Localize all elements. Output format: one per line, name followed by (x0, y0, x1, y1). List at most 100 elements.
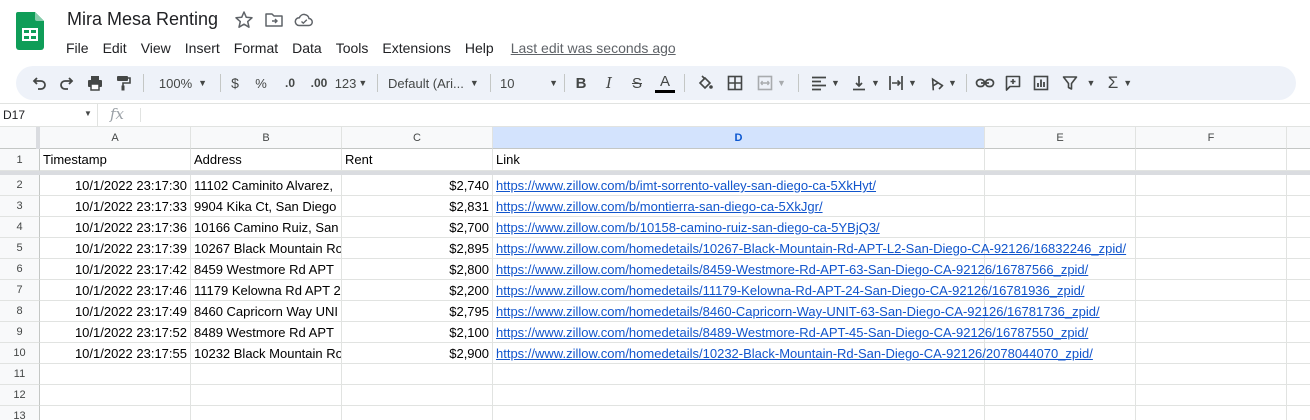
redo-button[interactable] (56, 71, 78, 95)
empty-cell[interactable] (1287, 196, 1310, 217)
rent-cell[interactable]: $2,740 (342, 175, 493, 196)
rent-cell[interactable]: $2,200 (342, 280, 493, 301)
link-cell[interactable]: https://www.zillow.com/b/montierra-san-d… (493, 196, 985, 217)
empty-cell[interactable] (1136, 149, 1287, 171)
empty-cell[interactable] (985, 364, 1136, 385)
cloud-saved-icon[interactable] (294, 10, 314, 30)
row-header-7[interactable]: 7 (0, 280, 40, 301)
timestamp-cell[interactable]: 10/1/2022 23:17:52 (40, 322, 191, 343)
filter-button[interactable]: ▼ (1058, 71, 1098, 95)
move-folder-icon[interactable] (264, 10, 284, 30)
borders-button[interactable] (724, 71, 746, 95)
vertical-align-button[interactable]: ▼ (848, 71, 882, 95)
empty-cell[interactable] (1287, 238, 1310, 259)
select-all-corner[interactable] (0, 127, 40, 149)
empty-cell[interactable] (1136, 385, 1287, 406)
empty-cell[interactable] (985, 280, 1136, 301)
empty-cell[interactable] (1136, 196, 1287, 217)
column-header-d[interactable]: D (493, 127, 985, 149)
print-button[interactable] (84, 71, 106, 95)
empty-cell[interactable] (40, 364, 191, 385)
link-cell[interactable]: https://www.zillow.com/b/imt-sorrento-va… (493, 175, 985, 196)
empty-cell[interactable] (1136, 238, 1287, 259)
menu-edit[interactable]: Edit (96, 38, 134, 58)
empty-cell[interactable] (493, 385, 985, 406)
rent-cell[interactable]: $2,831 (342, 196, 493, 217)
menu-view[interactable]: View (134, 38, 178, 58)
row-header-8[interactable]: 8 (0, 301, 40, 322)
row-header-9[interactable]: 9 (0, 322, 40, 343)
rent-cell[interactable]: $2,795 (342, 301, 493, 322)
paint-format-button[interactable] (112, 71, 134, 95)
link-cell[interactable]: https://www.zillow.com/homedetails/10232… (493, 343, 1093, 364)
row-header-3[interactable]: 3 (0, 196, 40, 217)
fill-color-button[interactable] (694, 71, 716, 95)
decrease-decimal-button[interactable]: .0 (278, 71, 302, 95)
sheets-logo-icon[interactable] (16, 12, 44, 50)
empty-cell[interactable] (985, 301, 1136, 322)
row-header-12[interactable]: 12 (0, 385, 40, 406)
empty-cell[interactable] (493, 406, 985, 420)
timestamp-cell[interactable]: 10/1/2022 23:17:49 (40, 301, 191, 322)
empty-cell[interactable] (1136, 406, 1287, 420)
undo-button[interactable] (28, 71, 50, 95)
horizontal-align-button[interactable]: ▼ (808, 71, 842, 95)
menu-format[interactable]: Format (227, 38, 285, 58)
header-cell-timestamp[interactable]: Timestamp (40, 149, 191, 171)
link-cell[interactable]: https://www.zillow.com/homedetails/8489-… (493, 322, 1088, 343)
empty-cell[interactable] (1287, 322, 1310, 343)
empty-cell[interactable] (985, 406, 1136, 420)
link-cell[interactable]: https://www.zillow.com/b/10158-camino-ru… (493, 217, 985, 238)
link-cell[interactable]: https://www.zillow.com/homedetails/11179… (493, 280, 1084, 301)
text-color-button[interactable]: A (654, 71, 676, 95)
number-format-select[interactable]: 123 ▼ (334, 71, 368, 95)
empty-cell[interactable] (1287, 406, 1310, 420)
empty-cell[interactable] (342, 406, 493, 420)
timestamp-cell[interactable]: 10/1/2022 23:17:46 (40, 280, 191, 301)
menu-tools[interactable]: Tools (329, 38, 376, 58)
empty-cell[interactable] (40, 385, 191, 406)
empty-cell[interactable] (1287, 343, 1310, 364)
empty-cell[interactable] (191, 406, 342, 420)
text-wrapping-button[interactable]: ▼ (884, 71, 920, 95)
header-cell-link[interactable]: Link (493, 149, 985, 171)
insert-comment-button[interactable] (1002, 71, 1024, 95)
address-cell[interactable]: 8459 Westmore Rd APT (191, 259, 342, 280)
menu-file[interactable]: File (59, 38, 96, 58)
functions-button[interactable]: Σ ▼ (1102, 71, 1138, 95)
insert-chart-button[interactable] (1030, 71, 1052, 95)
empty-cell[interactable] (1287, 301, 1310, 322)
empty-cell[interactable] (1136, 364, 1287, 385)
empty-cell[interactable] (1136, 322, 1287, 343)
last-edit-link[interactable]: Last edit was seconds ago (511, 40, 676, 56)
header-cell-rent[interactable]: Rent (342, 149, 493, 171)
empty-cell[interactable] (1136, 175, 1287, 196)
empty-cell[interactable] (985, 238, 1136, 259)
row-header-1[interactable]: 1 (0, 149, 40, 171)
address-cell[interactable]: 9904 Kika Ct, San Diego (191, 196, 342, 217)
chevron-down-icon[interactable]: ▼ (84, 109, 92, 118)
currency-format-button[interactable]: $ (226, 71, 244, 95)
empty-cell[interactable] (1136, 217, 1287, 238)
percent-format-button[interactable]: % (252, 71, 270, 95)
address-cell[interactable]: 10166 Camino Ruiz, San (191, 217, 342, 238)
empty-cell[interactable] (985, 322, 1136, 343)
link-cell[interactable]: https://www.zillow.com/homedetails/8460-… (493, 301, 1100, 322)
empty-cell[interactable] (985, 149, 1136, 171)
menu-help[interactable]: Help (458, 38, 501, 58)
empty-cell[interactable] (191, 364, 342, 385)
bold-button[interactable]: B (572, 71, 590, 95)
empty-cell[interactable] (1287, 259, 1310, 280)
row-header-11[interactable]: 11 (0, 364, 40, 385)
empty-cell[interactable] (1287, 385, 1310, 406)
empty-cell[interactable] (1287, 364, 1310, 385)
menu-data[interactable]: Data (285, 38, 329, 58)
row-header-2[interactable]: 2 (0, 175, 40, 196)
empty-cell[interactable] (342, 385, 493, 406)
rent-cell[interactable]: $2,700 (342, 217, 493, 238)
row-header-10[interactable]: 10 (0, 343, 40, 364)
timestamp-cell[interactable]: 10/1/2022 23:17:39 (40, 238, 191, 259)
rent-cell[interactable]: $2,895 (342, 238, 493, 259)
column-header-f[interactable]: F (1136, 127, 1287, 149)
font-size-select[interactable]: 10 ▼ (500, 71, 558, 95)
